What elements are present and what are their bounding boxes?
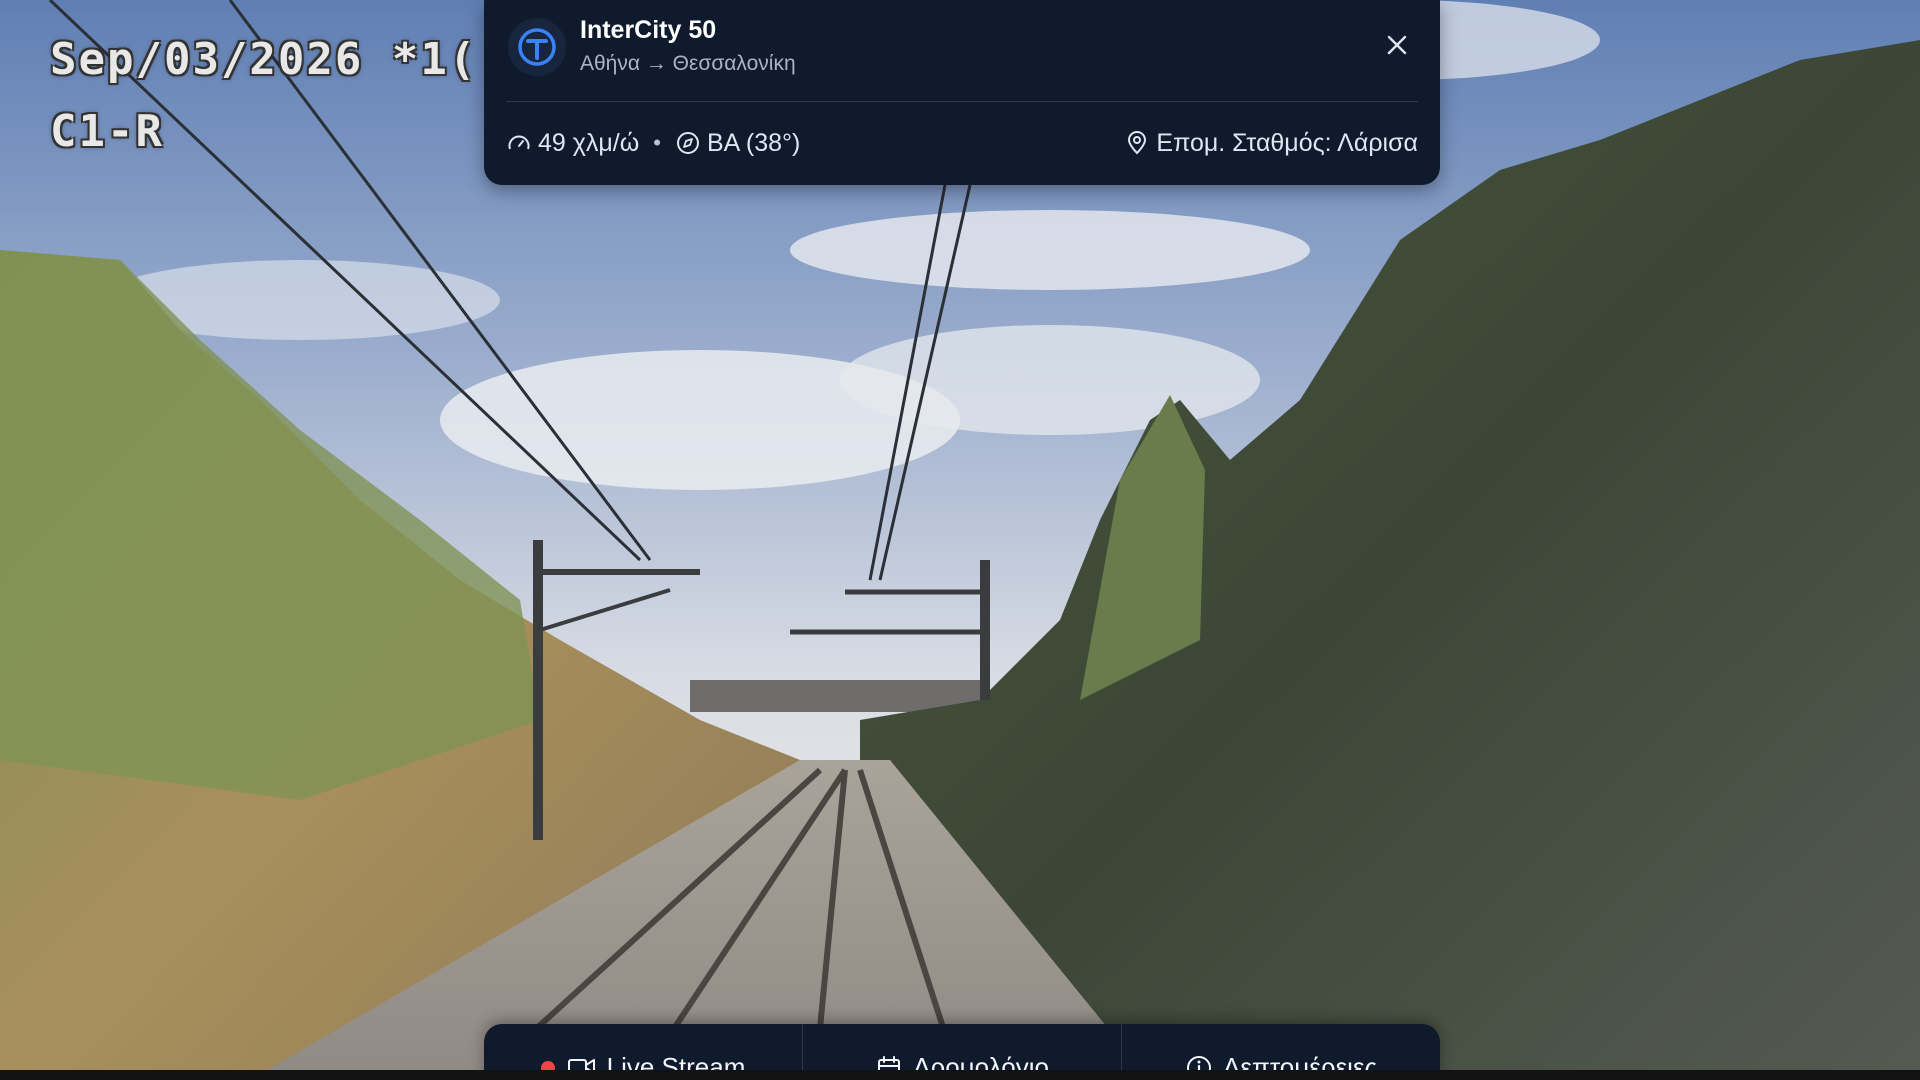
compass-icon	[676, 132, 699, 154]
train-stats-row: 49 χλμ/ώ • ΒΑ (38°) Επομ. Σταθμός: Λάρισ…	[506, 125, 1418, 161]
close-icon	[1387, 35, 1407, 55]
camera-id-label: C1-R	[50, 106, 164, 157]
heading-value: ΒΑ (38°)	[706, 128, 801, 157]
speed-value: 49 χλμ/ώ	[538, 128, 640, 157]
train-logo-icon	[518, 28, 556, 66]
speedometer-icon	[508, 135, 530, 150]
train-info-card: InterCity 50 Αθήνα → Θεσσαλονίκη 49 χλμ/…	[484, 0, 1440, 185]
stat-separator: •	[653, 130, 661, 155]
camera-timestamp: Sep/03/2026 *1(	[50, 34, 478, 85]
train-name: InterCity 50	[580, 16, 717, 44]
next-station-value: Επομ. Σταθμός: Λάρισα	[1156, 128, 1418, 157]
next-station-stat: Επομ. Σταθμός: Λάρισα	[1124, 129, 1418, 158]
close-button[interactable]	[1382, 30, 1412, 60]
camera-feed-viewport: Sep/03/2026 *1( C1-R InterCity 50 Αθήνα …	[0, 0, 1920, 1080]
card-divider	[506, 101, 1418, 102]
map-pin-icon	[1128, 131, 1147, 155]
train-route: Αθήνα → Θεσσαλονίκη	[580, 52, 796, 75]
bottom-edge-strip	[0, 1070, 1920, 1080]
speed-stat: 49 χλμ/ώ	[506, 129, 639, 158]
heading-stat: ΒΑ (38°)	[675, 129, 800, 158]
train-operator-logo	[508, 18, 566, 76]
